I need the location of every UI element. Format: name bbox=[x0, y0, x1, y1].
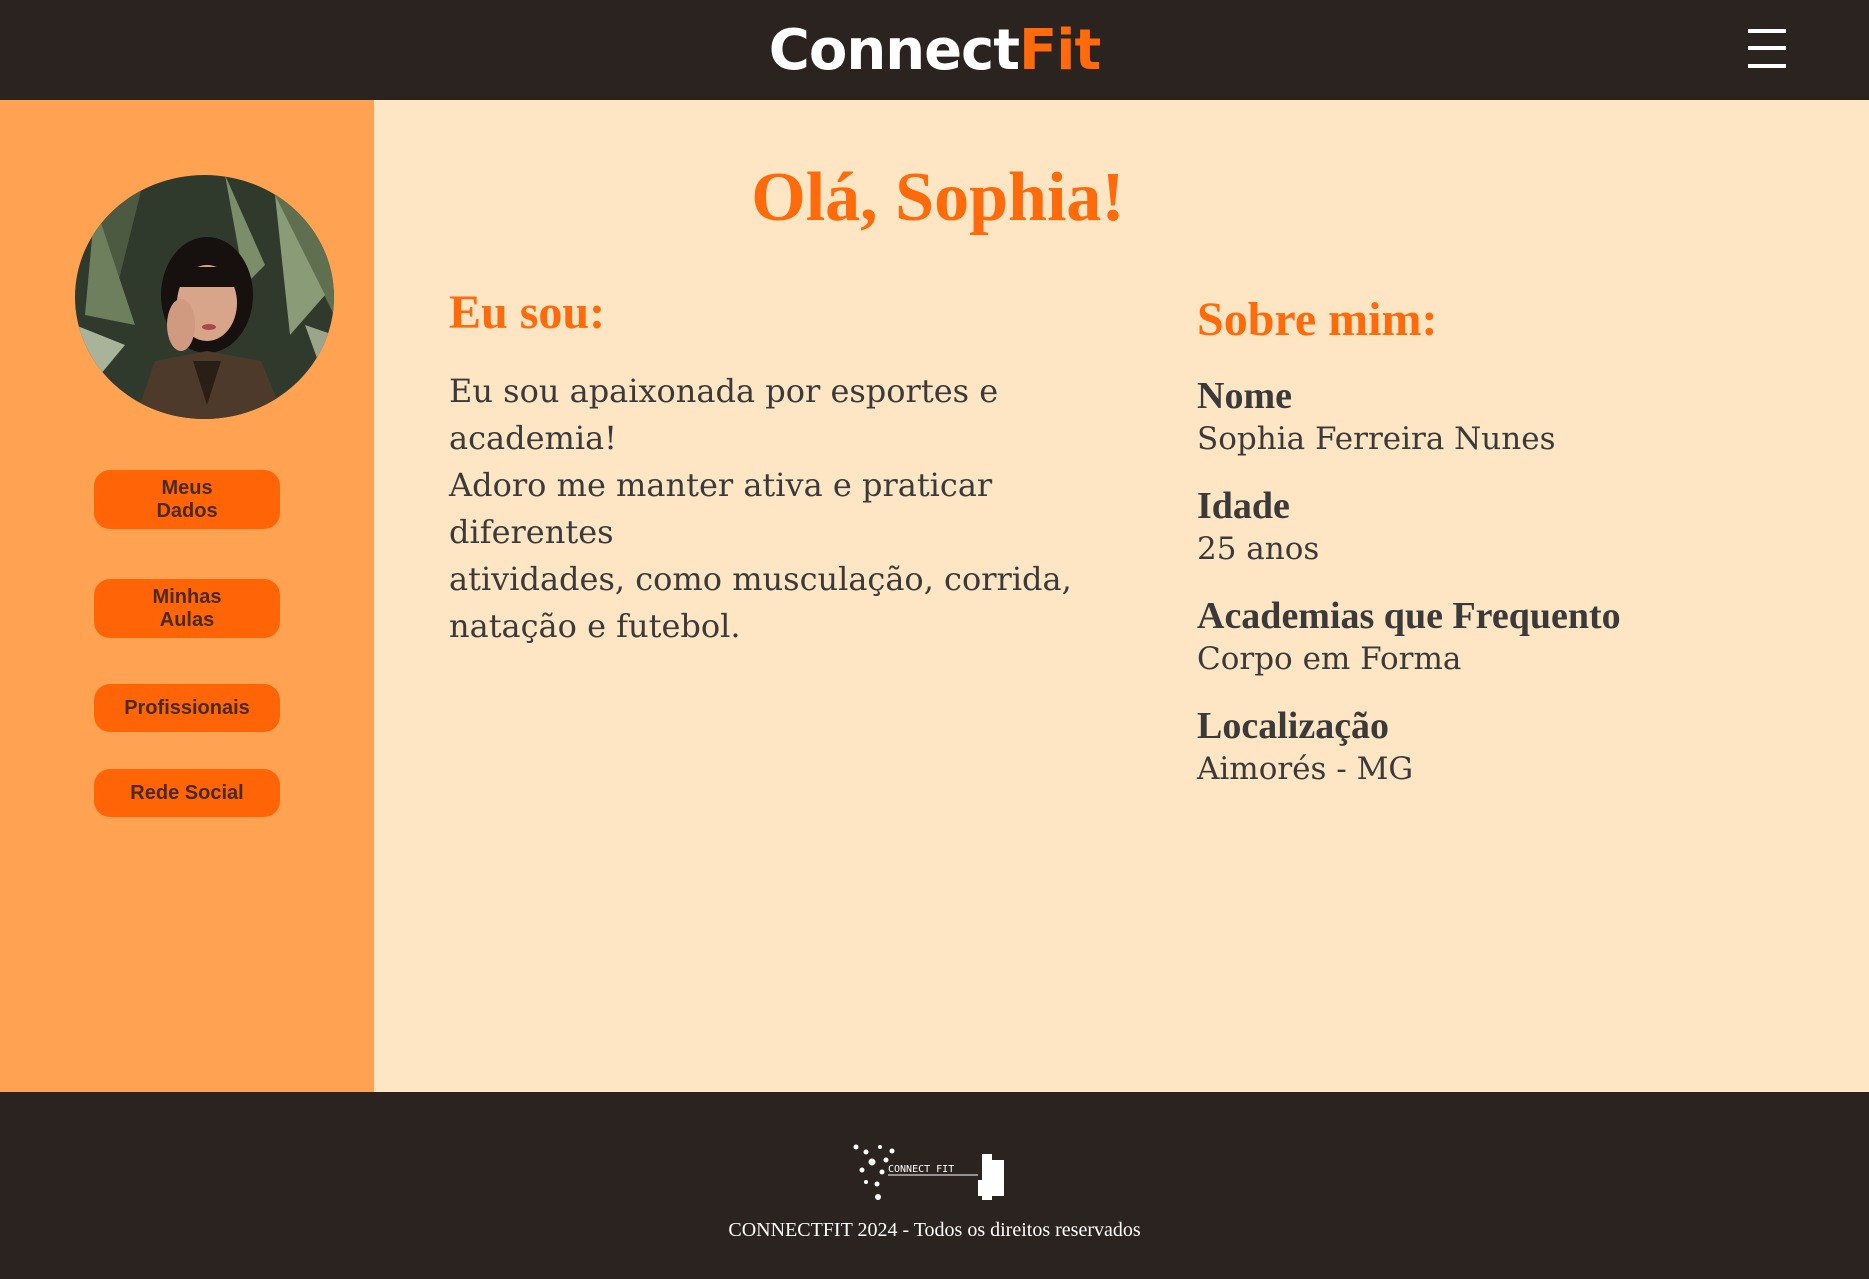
brand-name-part2: Fit bbox=[1019, 18, 1101, 83]
brand-logo[interactable]: ConnectFit bbox=[0, 0, 1869, 100]
meus-dados-button[interactable]: Meus Dados bbox=[94, 470, 280, 529]
avatar[interactable] bbox=[75, 175, 334, 419]
info-field-idade: Idade 25 anos bbox=[1197, 485, 1837, 571]
profile-photo bbox=[75, 175, 334, 419]
info-field-nome: Nome Sophia Ferreira Nunes bbox=[1197, 375, 1837, 461]
rede-social-button[interactable]: Rede Social bbox=[94, 769, 280, 817]
menu-bar bbox=[1748, 46, 1786, 50]
info-label: Academias que Frequento bbox=[1197, 595, 1621, 637]
info-section: Sobre mim: Nome Sophia Ferreira Nunes Id… bbox=[1197, 292, 1837, 791]
footer-logo-icon: CONNECT FIT bbox=[853, 1144, 1004, 1200]
info-field-academias: Academias que Frequento Corpo em Forma bbox=[1197, 595, 1837, 681]
menu-bar bbox=[1748, 29, 1786, 33]
minhas-aulas-button[interactable]: Minhas Aulas bbox=[94, 579, 280, 638]
copyright-text: CONNECTFIT 2024 - Todos os direitos rese… bbox=[728, 1219, 1141, 1241]
hamburger-menu-icon[interactable] bbox=[1742, 26, 1788, 72]
info-field-localizacao: Localização Aimorés - MG bbox=[1197, 705, 1837, 791]
sidebar: Meus Dados Minhas Aulas Profissionais Re… bbox=[0, 100, 374, 1092]
info-title: Sobre mim: bbox=[1197, 293, 1438, 346]
page-title: Olá, Sophia! bbox=[751, 159, 1125, 236]
info-value: Sophia Ferreira Nunes bbox=[1197, 421, 1556, 457]
brand-name-part1: Connect bbox=[768, 18, 1020, 83]
info-label: Localização bbox=[1197, 705, 1390, 747]
info-value: 25 anos bbox=[1197, 531, 1320, 567]
menu-bar bbox=[1748, 64, 1786, 68]
profissionais-button[interactable]: Profissionais bbox=[94, 684, 280, 732]
info-value: Aimorés - MG bbox=[1197, 751, 1414, 787]
about-title: Eu sou: bbox=[449, 286, 606, 339]
info-label: Idade bbox=[1197, 485, 1290, 527]
about-text: Eu sou apaixonada por esportes e academi… bbox=[449, 372, 1072, 645]
footer-logo-text: CONNECT FIT bbox=[888, 1164, 954, 1175]
footer: CONNECT FIT bbox=[0, 1092, 1869, 1279]
info-label: Nome bbox=[1197, 375, 1292, 417]
about-section: Eu sou: Eu sou apaixonada por esportes e… bbox=[449, 285, 1149, 650]
info-value: Corpo em Forma bbox=[1197, 641, 1462, 677]
